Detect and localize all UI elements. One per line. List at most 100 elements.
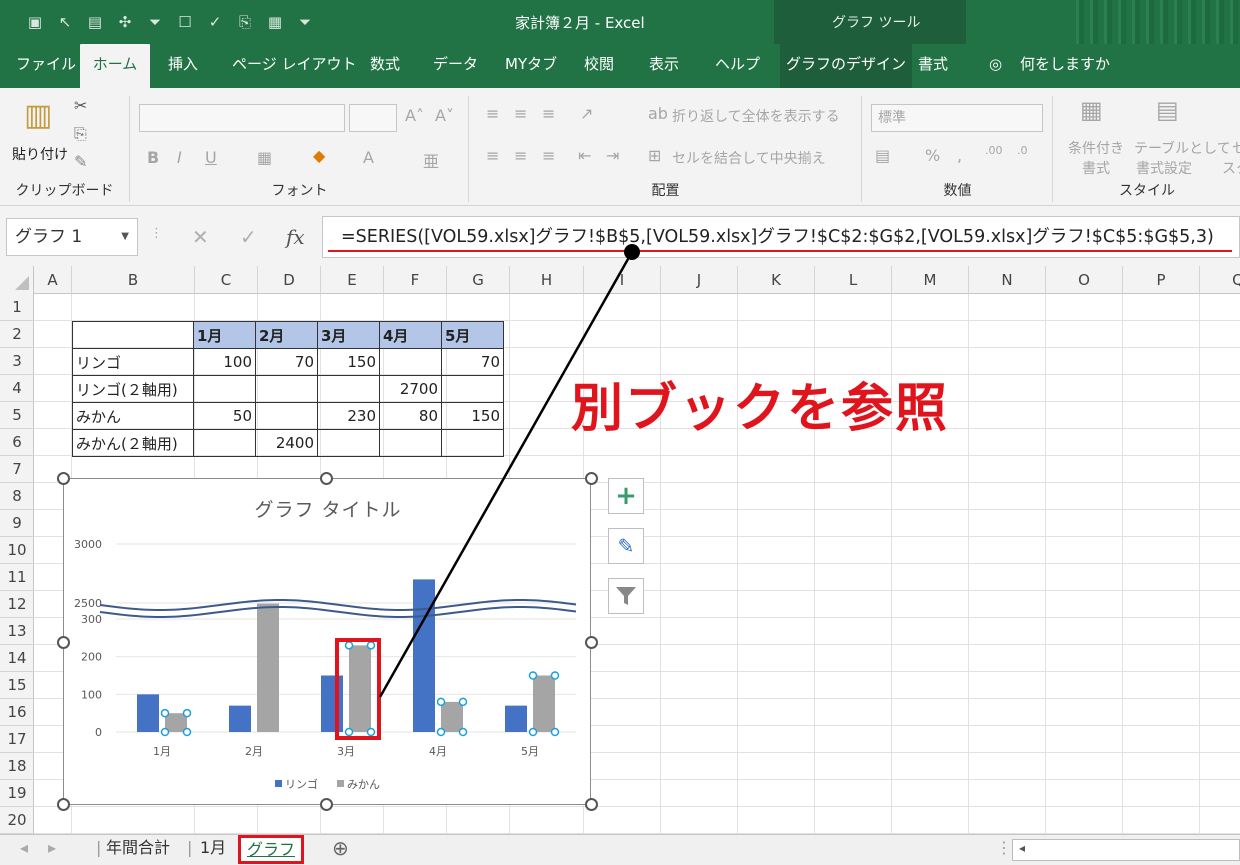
sheet-tab-chart[interactable]: グラフ <box>238 835 304 864</box>
table-cell[interactable] <box>255 375 318 403</box>
row-header[interactable]: 17 <box>0 726 34 753</box>
table-cell[interactable] <box>255 402 318 430</box>
column-header-m[interactable]: M <box>892 266 969 294</box>
row-header[interactable]: 6 <box>0 429 34 456</box>
bar-orange[interactable] <box>165 713 187 732</box>
resize-handle[interactable] <box>57 636 70 649</box>
fx-check-icon[interactable]: ⎘ <box>230 10 260 34</box>
horizontal-scrollbar[interactable]: ◂ <box>1012 839 1240 861</box>
column-header-d[interactable]: D <box>258 266 321 294</box>
table-cell[interactable] <box>317 375 380 403</box>
cell-styles-label[interactable]: セ <box>1232 138 1240 158</box>
chart-object[interactable]: グラフ タイトル 0 100 200 300 2500 3000 1月 2月 3月 4月 5月 リンゴ… <box>63 478 591 805</box>
row-header[interactable]: 4 <box>0 375 34 402</box>
insert-function-icon[interactable]: fx <box>286 218 305 256</box>
table-cell[interactable] <box>441 375 504 403</box>
table-cell[interactable] <box>379 429 442 457</box>
tab-chart-design[interactable]: グラフのデザイン <box>780 44 913 88</box>
merge-center-button[interactable]: セルを結合して中央揃え <box>672 148 826 168</box>
format-painter-icon[interactable]: ✎ <box>74 152 87 171</box>
phonetic-icon[interactable]: 亜 <box>423 148 439 172</box>
bold-icon[interactable]: B <box>147 148 159 167</box>
paste-icon[interactable]: ▥ <box>24 98 52 133</box>
orientation-icon[interactable]: ↗ <box>580 104 593 123</box>
merge-icon[interactable]: ⊞ <box>648 146 661 165</box>
table-header-cell[interactable]: 3月 <box>317 321 380 349</box>
column-header-i[interactable]: I <box>584 266 661 294</box>
table-header-cell[interactable]: 5月 <box>441 321 504 349</box>
enter-icon[interactable]: ✓ <box>240 218 257 256</box>
column-header-p[interactable]: P <box>1123 266 1200 294</box>
table-cell[interactable]: 50 <box>193 402 256 430</box>
legend-swatch[interactable] <box>337 780 344 787</box>
align-center-icon[interactable]: ≡ <box>514 146 527 165</box>
filter-icon[interactable]: ⏷ <box>140 10 170 34</box>
wrap-text-button[interactable]: 折り返して全体を表示する <box>672 106 840 126</box>
table-cell[interactable]: みかん <box>72 402 194 430</box>
bar-apple[interactable] <box>137 694 159 732</box>
prev-sheet-icon[interactable]: ◂ <box>20 835 28 864</box>
row-header[interactable]: 20 <box>0 807 34 834</box>
save-icon[interactable]: ▣ <box>20 10 50 34</box>
table-header-cell[interactable]: 4月 <box>379 321 442 349</box>
tell-me-box[interactable]: 何をしますか <box>1014 44 1116 88</box>
tab-help[interactable]: ヘルプ <box>709 44 766 88</box>
bar-apple[interactable] <box>229 705 251 732</box>
row-header[interactable]: 13 <box>0 618 34 645</box>
column-header-e[interactable]: E <box>321 266 384 294</box>
table-cell[interactable]: リンゴ(２軸用) <box>72 375 194 403</box>
row-header[interactable]: 18 <box>0 753 34 780</box>
column-header-a[interactable]: A <box>34 266 72 294</box>
tab-my[interactable]: MYタブ <box>499 44 563 88</box>
row-header[interactable]: 7 <box>0 456 34 483</box>
row-header[interactable]: 8 <box>0 483 34 510</box>
copy-icon[interactable]: ⎘ <box>74 124 87 144</box>
conditional-format-label[interactable]: 条件付き <box>1068 138 1124 158</box>
resize-handle[interactable] <box>57 798 70 811</box>
number-format-combo[interactable]: 標準 <box>871 104 1043 132</box>
column-header-n[interactable]: N <box>969 266 1046 294</box>
percent-icon[interactable]: % <box>925 146 940 165</box>
table-cell[interactable] <box>379 348 442 376</box>
row-header[interactable]: 16 <box>0 699 34 726</box>
select-all-button[interactable] <box>0 266 34 294</box>
sheet-tab-january[interactable]: 1月 <box>200 835 226 864</box>
increase-decimal-icon[interactable]: .00 <box>985 144 1003 157</box>
cancel-icon[interactable]: ✕ <box>192 218 209 256</box>
table-cell[interactable]: リンゴ <box>72 348 194 376</box>
table-cell[interactable]: 2700 <box>379 375 442 403</box>
shrink-font-icon[interactable]: A˅ <box>435 106 454 125</box>
print-preview-icon[interactable]: ▤ <box>80 10 110 34</box>
table-cell[interactable] <box>441 429 504 457</box>
table-icon[interactable]: ▦ <box>260 10 290 34</box>
align-left-icon[interactable]: ≡ <box>486 146 499 165</box>
tab-formulas[interactable]: 数式 <box>364 44 406 88</box>
font-size-combo[interactable] <box>349 104 397 132</box>
chart-styles-button[interactable]: ✎ <box>608 528 644 564</box>
increase-indent-icon[interactable]: ⇥ <box>606 146 619 165</box>
table-cell[interactable] <box>317 429 380 457</box>
chart-filters-button[interactable] <box>608 578 644 614</box>
table-header-cell[interactable]: 2月 <box>255 321 318 349</box>
name-box[interactable]: グラフ 1 ▼ <box>6 218 138 256</box>
column-header-q[interactable]: Q <box>1200 266 1240 294</box>
resize-handle[interactable] <box>585 472 598 485</box>
resize-handle[interactable] <box>320 798 333 811</box>
grow-font-icon[interactable]: A˄ <box>405 106 424 125</box>
chart-plot[interactable]: 0 100 200 300 2500 3000 1月 2月 3月 4月 5月リンゴ みかん <box>64 479 592 806</box>
conditional-format-label2[interactable]: 書式 <box>1082 158 1110 178</box>
customize-icon[interactable]: ⏷ <box>290 10 320 34</box>
table-cell[interactable]: みかん(２軸用) <box>72 429 194 457</box>
row-header[interactable]: 10 <box>0 537 34 564</box>
row-header[interactable]: 9 <box>0 510 34 537</box>
cut-icon[interactable]: ✂ <box>74 96 87 115</box>
row-header[interactable]: 19 <box>0 780 34 807</box>
next-sheet-icon[interactable]: ▸ <box>48 835 56 864</box>
column-header-h[interactable]: H <box>510 266 584 294</box>
tab-data[interactable]: データ <box>427 44 484 88</box>
comment-icon[interactable]: ☐ <box>170 10 200 34</box>
tab-file[interactable]: ファイル <box>10 44 82 88</box>
table-cell[interactable]: 100 <box>193 348 256 376</box>
crosshair-icon[interactable]: ✣ <box>110 10 140 34</box>
bar-orange[interactable] <box>349 645 371 732</box>
